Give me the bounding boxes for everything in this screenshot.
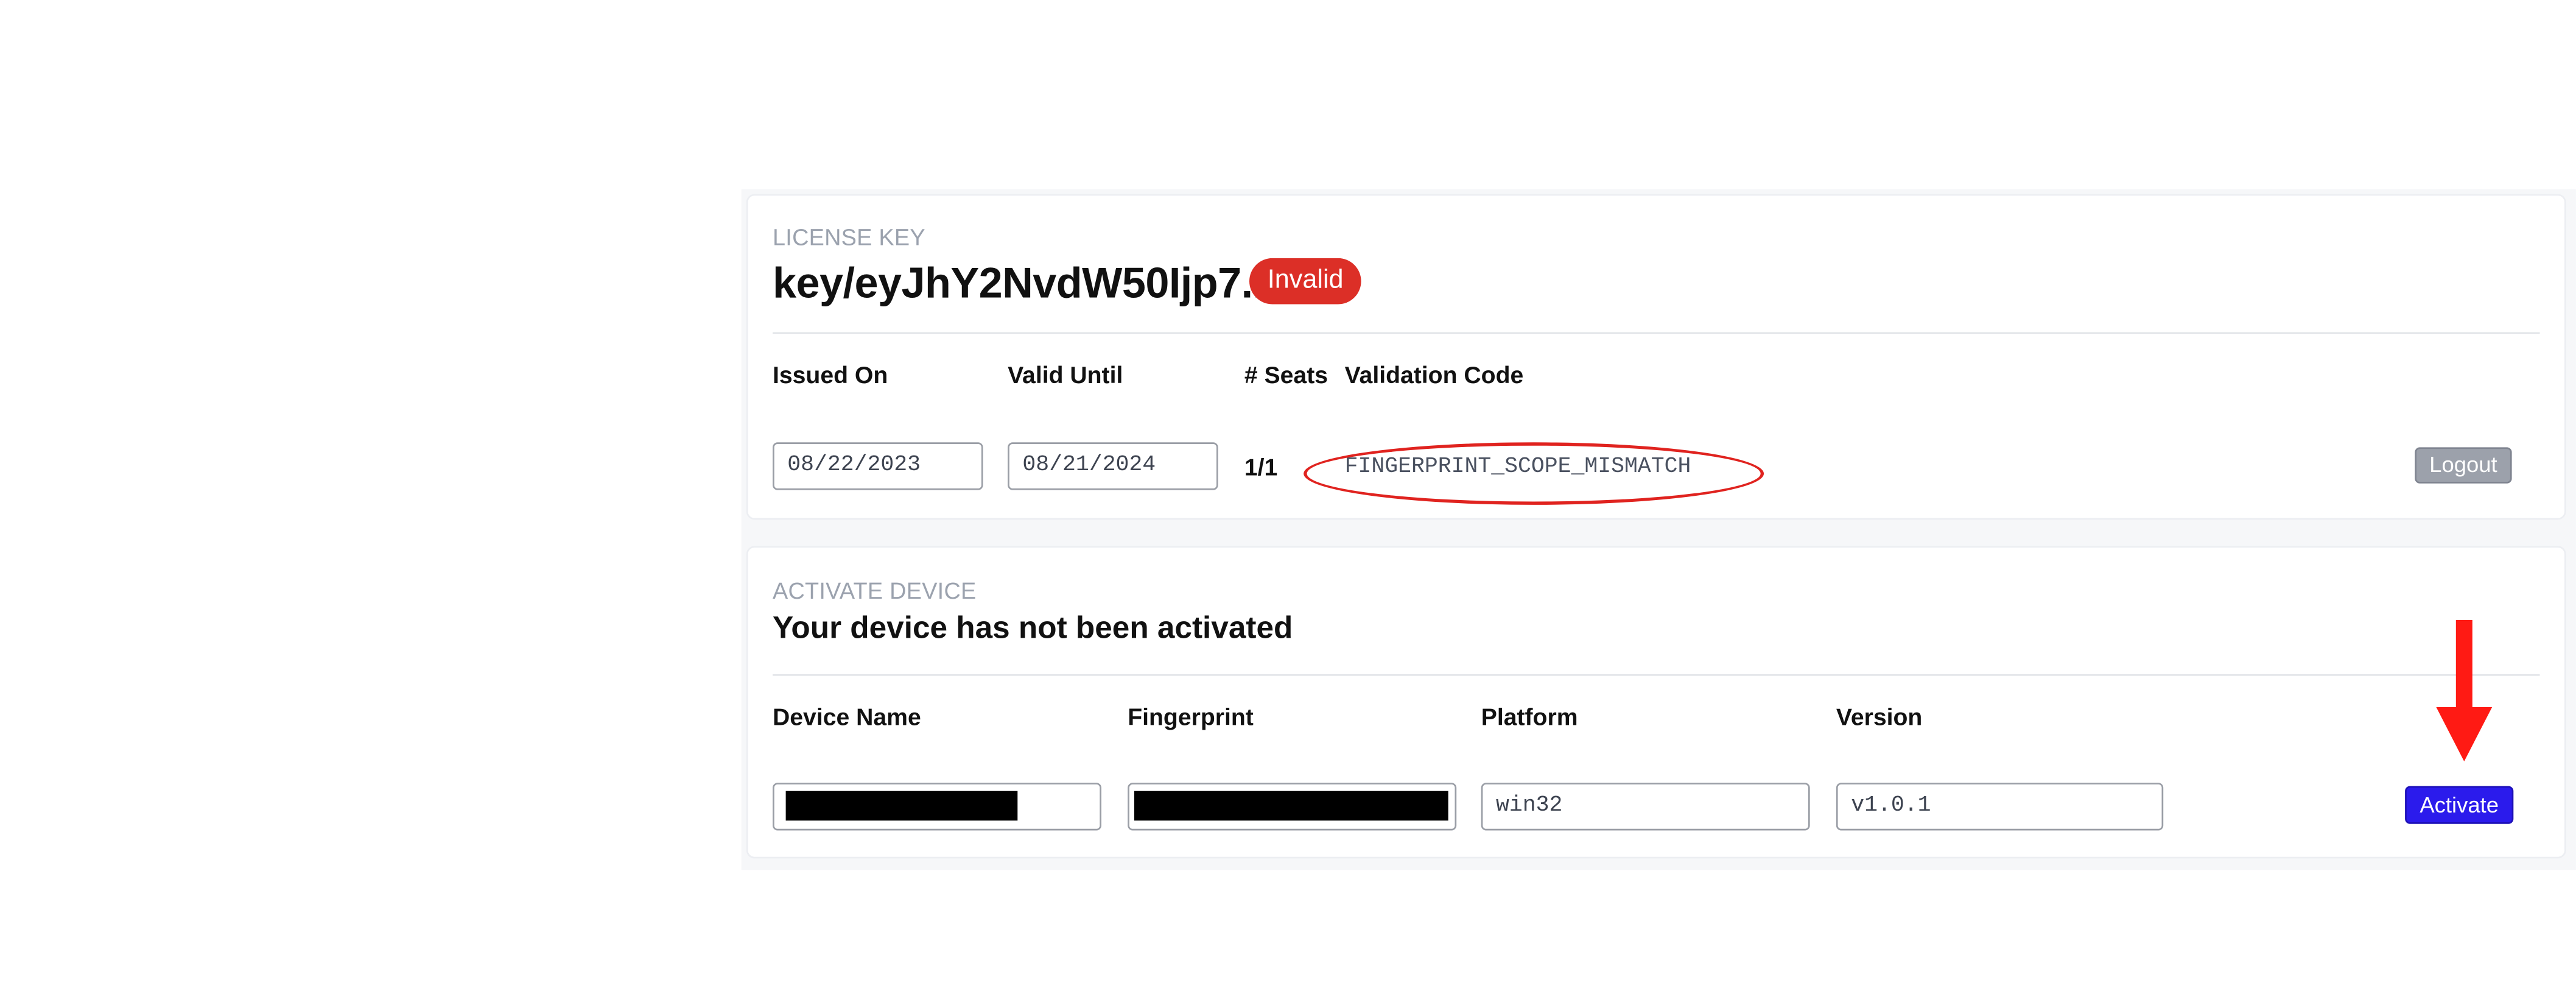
license-key-value: key/eyJhY2NvdW50Ijp7...	[773, 258, 1276, 308]
activate-device-card: ACTIVATE DEVICE Your device has not been…	[746, 546, 2566, 859]
annotation-ellipse	[1304, 442, 1764, 505]
license-card: LICENSE KEY key/eyJhY2NvdW50Ijp7... Inva…	[746, 194, 2566, 520]
activate-button[interactable]: Activate	[2405, 786, 2514, 824]
screen: LICENSE KEY key/eyJhY2NvdW50Ijp7... Inva…	[0, 0, 2576, 1008]
device-name-label: Device Name	[773, 705, 921, 732]
redaction-block	[1134, 791, 1448, 821]
valid-until-label: Valid Until	[1008, 363, 1123, 390]
down-arrow-icon	[2436, 619, 2493, 762]
platform-label: Platform	[1481, 705, 1578, 732]
divider	[773, 674, 2540, 676]
version-input[interactable]: v1.0.1	[1836, 783, 2164, 831]
fingerprint-input[interactable]	[1128, 783, 1457, 831]
issued-on-field[interactable]: 08/22/2023	[773, 442, 983, 490]
device-name-input[interactable]	[773, 783, 1101, 831]
issued-on-label: Issued On	[773, 363, 888, 390]
license-key-eyebrow: LICENSE KEY	[773, 224, 925, 250]
validation-code-label: Validation Code	[1344, 363, 1524, 390]
activate-device-eyebrow: ACTIVATE DEVICE	[773, 577, 977, 604]
divider	[773, 332, 2540, 334]
logout-button[interactable]: Logout	[2415, 447, 2512, 484]
seats-label: # Seats	[1244, 363, 1328, 390]
redaction-block	[785, 791, 1018, 821]
valid-until-field[interactable]: 08/21/2024	[1008, 442, 1218, 490]
platform-input[interactable]: win32	[1481, 783, 1810, 831]
device-status-title: Your device has not been activated	[773, 611, 1293, 647]
status-badge: Invalid	[1249, 258, 1362, 305]
seats-value: 1/1	[1244, 455, 1278, 482]
fingerprint-label: Fingerprint	[1128, 705, 1254, 732]
version-label: Version	[1836, 705, 1923, 732]
